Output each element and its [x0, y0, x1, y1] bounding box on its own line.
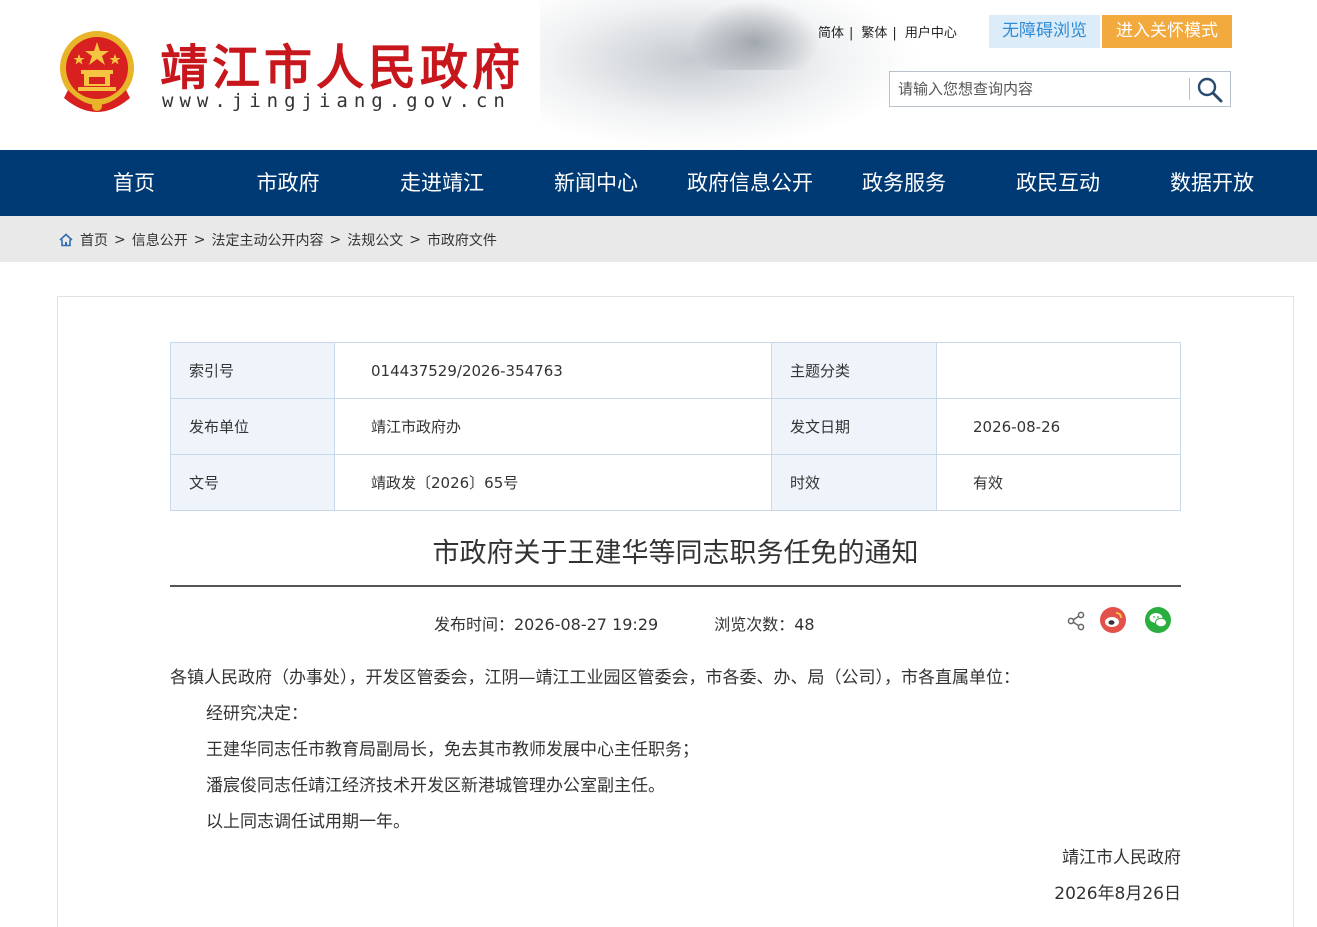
- table-row: 文号 靖政发〔2026〕65号 时效 有效: [170, 454, 1181, 511]
- body-paragraph: 潘宸俊同志任靖江经济技术开发区新港城管理办公室副主任。: [206, 776, 665, 796]
- breadcrumb-separator: >: [409, 232, 421, 248]
- publisher-label: 发布单位: [170, 398, 335, 455]
- body-paragraph: 经研究决定：: [206, 704, 308, 724]
- table-row: 索引号 014437529/2026-354763 主题分类: [170, 342, 1181, 399]
- body-paragraph: 以上同志调任试用期一年。: [206, 812, 410, 832]
- search-input[interactable]: [890, 72, 1190, 106]
- top-links: 简体 | 繁体 | 用户中心: [818, 22, 957, 41]
- publish-time: 发布时间：2026-08-27 19:29: [434, 615, 659, 634]
- validity-value: 有效: [936, 454, 1181, 511]
- publisher-value: 靖江市政府办: [334, 398, 772, 455]
- link-separator: |: [849, 26, 854, 41]
- home-icon: [59, 233, 73, 247]
- nav-item-city-government[interactable]: 市政府: [211, 150, 365, 216]
- nav-item-about-jingjiang[interactable]: 走进靖江: [365, 150, 519, 216]
- care-mode-button[interactable]: 进入关怀模式: [1102, 15, 1232, 48]
- doc-no-label: 文号: [170, 454, 335, 511]
- breadcrumb-separator: >: [114, 232, 126, 248]
- landscape-banner-pavilion: [690, 0, 820, 70]
- view-count: 浏览次数：48: [714, 615, 815, 634]
- index-no-value: 014437529/2026-354763: [334, 342, 772, 399]
- article-title: 市政府关于王建华等同志职务任免的通知: [432, 538, 919, 569]
- share-icon[interactable]: [1066, 611, 1086, 631]
- nav-item-home[interactable]: 首页: [57, 150, 211, 216]
- wechat-icon[interactable]: [1145, 607, 1171, 633]
- title-divider: [170, 585, 1181, 587]
- issue-date-label: 发文日期: [771, 398, 937, 455]
- weibo-icon[interactable]: [1100, 607, 1126, 633]
- search-divider: [1189, 78, 1190, 100]
- table-row: 发布单位 靖江市政府办 发文日期 2026-08-26: [170, 398, 1181, 455]
- nav-item-interaction[interactable]: 政民互动: [981, 150, 1135, 216]
- nav-item-government-services[interactable]: 政务服务: [827, 150, 981, 216]
- breadcrumb-separator: >: [329, 232, 342, 248]
- publish-info: 发布时间：2026-08-27 19:29 浏览次数：48: [434, 611, 815, 635]
- document-meta-table: 索引号 014437529/2026-354763 主题分类 发布单位 靖江市政…: [170, 342, 1181, 511]
- body-paragraph: 王建华同志任市教育局副局长，免去其市教师发展中心主任职务；: [206, 740, 699, 760]
- search-icon[interactable]: [1196, 76, 1224, 104]
- issue-date-value: 2026-08-26: [936, 398, 1181, 455]
- recipients-paragraph: 各镇人民政府（办事处），开发区管委会，江阴—靖江工业园区管委会，市各委、办、局（…: [170, 668, 1020, 688]
- breadcrumb-bar: 首页 > 信息公开 > 法定主动公开内容 > 法规公文 > 市政府文件: [0, 216, 1317, 262]
- national-emblem-icon[interactable]: [56, 28, 138, 114]
- index-no-label: 索引号: [170, 342, 335, 399]
- validity-label: 时效: [771, 454, 937, 511]
- nav-item-information-disclosure[interactable]: 政府信息公开: [673, 150, 827, 216]
- article-body: 各镇人民政府（办事处），开发区管委会，江阴—靖江工业园区管委会，市各委、办、局（…: [170, 660, 1181, 912]
- site-header: 靖江市人民政府 www.jingjiang.gov.cn 简体 | 繁体 | 用户中心 …: [0, 0, 1317, 150]
- breadcrumb-separator: >: [193, 232, 206, 248]
- search-box: [889, 71, 1231, 107]
- accessibility-button[interactable]: 无障碍浏览: [989, 15, 1100, 48]
- doc-no-value: 靖政发〔2026〕65号: [334, 454, 772, 511]
- main-nav: 首页 市政府 走进靖江 新闻中心 政府信息公开 政务服务 政民互动 数据开放: [0, 150, 1317, 216]
- breadcrumb-statutory-content[interactable]: 法定主动公开内容: [211, 230, 323, 250]
- nav-item-news-center[interactable]: 新闻中心: [519, 150, 673, 216]
- breadcrumb-city-documents[interactable]: 市政府文件: [427, 230, 497, 250]
- breadcrumb-home[interactable]: 首页: [80, 230, 108, 250]
- simplified-chinese-link[interactable]: 简体: [818, 26, 844, 41]
- user-center-link[interactable]: 用户中心: [905, 26, 957, 41]
- site-name[interactable]: 靖江市人民政府: [160, 28, 524, 98]
- topic-value: [936, 342, 1181, 399]
- breadcrumb-info-disclosure[interactable]: 信息公开: [132, 230, 188, 250]
- link-separator: |: [892, 26, 897, 41]
- breadcrumb-regulations[interactable]: 法规公文: [347, 230, 403, 250]
- signature-date: 2026年8月26日: [1054, 884, 1181, 904]
- site-url: www.jingjiang.gov.cn: [162, 90, 511, 112]
- breadcrumb: 首页 > 信息公开 > 法定主动公开内容 > 法规公文 > 市政府文件: [58, 230, 497, 250]
- nav-item-open-data[interactable]: 数据开放: [1135, 150, 1289, 216]
- signature: 靖江市人民政府: [1062, 848, 1181, 868]
- traditional-chinese-link[interactable]: 繁体: [861, 26, 887, 41]
- topic-label: 主题分类: [771, 342, 937, 399]
